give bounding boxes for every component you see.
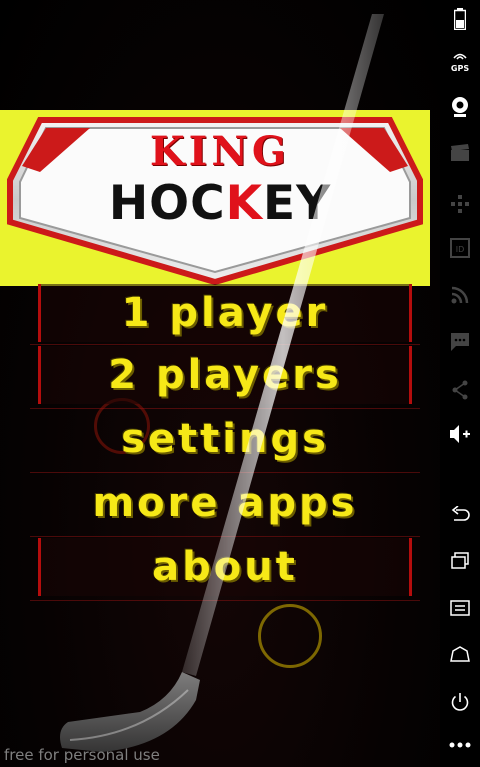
menu-icon[interactable] <box>440 600 480 616</box>
watermark-text: free for personal use <box>4 746 160 764</box>
power-icon[interactable] <box>440 692 480 712</box>
share-icon <box>440 380 480 400</box>
gps-icon <box>440 52 480 62</box>
back-icon[interactable] <box>440 506 480 522</box>
home-icon[interactable] <box>440 646 480 662</box>
logo-hockey-part2: EY <box>263 176 332 231</box>
logo-hockey-accent: K <box>225 176 264 231</box>
svg-text:ID: ID <box>456 245 465 254</box>
game-screen: KING HOCKEY 1 player 2 players settings … <box>0 0 440 767</box>
decor-ring-yellow <box>258 604 322 668</box>
one-player-button[interactable]: 1 player <box>38 284 412 342</box>
menu-separator <box>30 536 420 537</box>
more-icon[interactable] <box>440 742 480 748</box>
more-apps-button[interactable]: more apps <box>38 474 412 532</box>
settings-button[interactable]: settings <box>38 410 412 468</box>
two-players-button[interactable]: 2 players <box>38 346 412 404</box>
logo-hockey-part1: HOC <box>108 176 226 231</box>
menu-separator <box>30 344 420 345</box>
about-button[interactable]: about <box>38 538 412 596</box>
webcam-icon <box>440 96 480 118</box>
volume-up-icon[interactable] <box>440 424 480 444</box>
menu-separator <box>30 472 420 473</box>
dpad-icon <box>440 194 480 214</box>
id-icon: ID <box>440 238 480 258</box>
chat-icon <box>440 332 480 352</box>
menu-separator <box>30 408 420 409</box>
system-bar: GPS ID <box>440 0 480 767</box>
clapperboard-icon <box>440 144 480 162</box>
menu-separator <box>30 600 420 601</box>
rss-icon <box>440 286 480 304</box>
battery-icon <box>440 8 480 30</box>
logo-hockey-text: HOCKEY <box>55 176 385 231</box>
gps-label: GPS <box>450 64 470 73</box>
logo-king-text: KING <box>149 128 291 175</box>
recent-apps-icon[interactable] <box>440 552 480 570</box>
